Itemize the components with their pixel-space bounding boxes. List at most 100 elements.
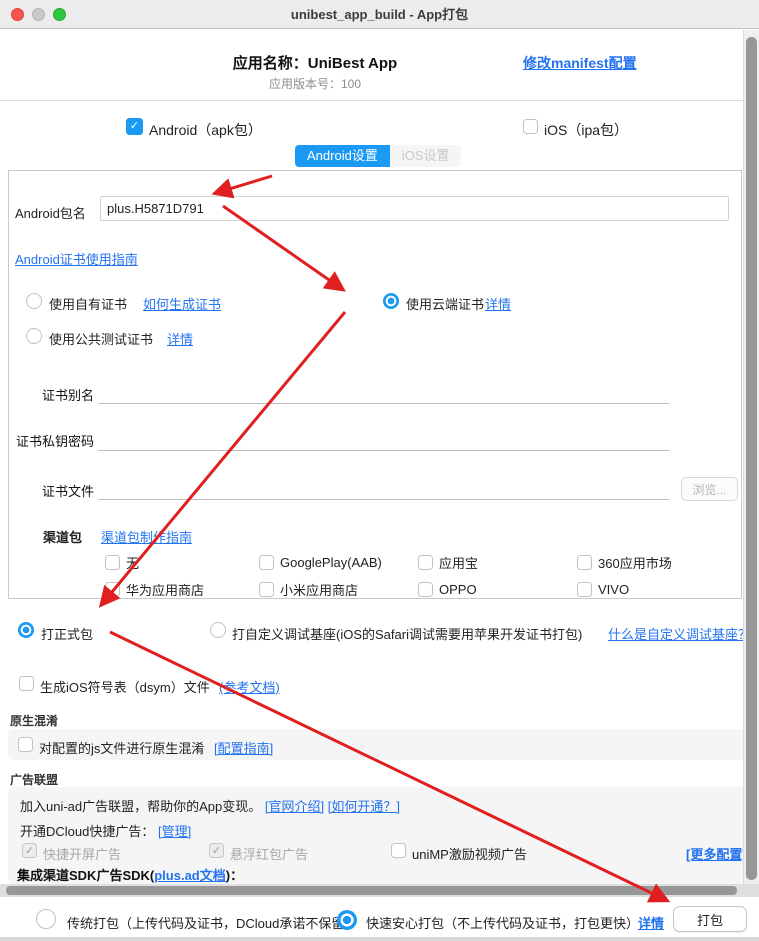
traditional-package-label: 传统打包（上传代码及证书，DCloud承诺不保留） [67,916,358,931]
public-test-cert-label: 使用公共测试证书 [49,332,154,347]
ad-intro-row: 加入uni-ad广告联盟，帮助你的App变现。 [官网介绍] [如何开通？] [20,796,400,815]
cert-password-input[interactable] [98,427,669,451]
more-config-link[interactable]: [更多配置] [686,844,747,863]
obfuscation-checkbox[interactable] [18,737,33,752]
channel-option-none[interactable]: 无 [105,554,259,571]
channel-checkbox[interactable] [259,581,274,597]
ios-platform-checkbox[interactable] [523,119,538,134]
channel-guide-link[interactable]: 渠道包制作指南 [101,527,192,546]
release-build-label: 打正式包 [41,627,94,642]
how-to-generate-cert-link[interactable]: 如何生成证书 [143,294,221,313]
unimp-ad-label: uniMP激励视频广告 [412,847,527,862]
app-version-label: 应用版本号：100 [268,77,362,91]
channel-option-googleplay[interactable]: GooglePlay(AAB) [259,554,418,570]
android-platform-checkbox[interactable]: ✓ [126,118,143,135]
sdk-prefix: 集成渠道SDK广告SDK( [17,868,155,883]
own-cert-label: 使用自有证书 [49,297,128,312]
splash-ad-checkbox[interactable]: ✓ [22,843,37,858]
window-title: unibest_app_build - App打包 [290,7,469,22]
android-platform-label: Android（apk包） [149,122,262,138]
public-test-cert-radio[interactable] [26,328,42,344]
ad-dcloud-row: 开通DCloud快捷广告： [管理] [20,821,191,840]
cert-password-label: 证书私钥密码 [15,434,94,449]
cloud-cert-detail-link[interactable]: 详情 [485,294,511,313]
package-button[interactable]: 打包 [673,906,747,932]
plus-ad-doc-link[interactable]: plus.ad文档 [154,868,226,883]
dsym-doc-link[interactable]: (参考文档) [219,677,280,696]
obfuscation-label: 对配置的js文件进行原生混淆 [39,741,205,756]
channel-label: VIVO [598,581,630,597]
traditional-package-radio[interactable] [36,909,56,929]
sdk-suffix: )： [225,868,244,883]
channel-label: GooglePlay(AAB) [280,554,382,570]
splash-ad-label: 快捷开屏广告 [43,847,122,862]
ad-section-title: 广告联盟 [10,773,59,787]
footer-detail-link[interactable]: 详情 [638,913,664,932]
channel-label: 小米应用商店 [280,582,359,598]
modify-manifest-link[interactable]: 修改manifest配置 [523,53,637,73]
cert-file-input[interactable] [98,476,669,500]
redpacket-ad-checkbox[interactable]: ✓ [209,843,224,858]
channel-checkbox[interactable] [418,581,433,597]
channel-label: 应用宝 [439,555,479,571]
obfuscation-guide-link[interactable]: [配置指南] [214,738,273,757]
custom-base-label: 打自定义调试基座(iOS的Safari调试需要用苹果开发证书打包) [232,627,583,642]
channel-option-xiaomi[interactable]: 小米应用商店 [259,581,418,598]
channel-option-oppo[interactable]: OPPO [418,581,577,597]
sdk-row: 集成渠道SDK广告SDK(plus.ad文档)： [17,865,243,884]
obfuscation-section-title: 原生混淆 [10,714,59,728]
fast-package-radio[interactable] [337,910,357,930]
public-cert-detail-link[interactable]: 详情 [167,329,193,348]
channel-checkbox[interactable] [418,554,433,570]
unimp-ad-checkbox[interactable] [391,843,406,858]
window-bottom-edge [0,937,759,941]
channel-checkbox[interactable] [259,554,274,570]
obfuscation-box: 对配置的js文件进行原生混淆 [配置指南] [8,729,753,760]
channel-checkbox[interactable] [577,554,592,570]
own-cert-radio[interactable] [26,293,42,309]
channel-label: OPPO [439,581,477,597]
channel-label: 华为应用商店 [126,582,205,598]
package-name-input[interactable] [100,196,729,221]
vertical-scrollbar[interactable] [743,30,759,884]
cert-guide-link[interactable]: Android证书使用指南 [15,249,138,268]
check-icon: ✓ [211,845,222,857]
vertical-scrollbar-thumb[interactable] [746,37,757,880]
ad-manage-link[interactable]: [管理] [158,824,191,839]
channel-option-huawei[interactable]: 华为应用商店 [105,581,259,598]
redpacket-ad-label: 悬浮红包广告 [230,847,309,862]
settings-tabs: Android设置 iOS设置 [295,145,462,167]
cloud-cert-label: 使用云端证书 [406,297,485,312]
tab-ios-settings[interactable]: iOS设置 [389,145,462,167]
channel-label: 360应用市场 [598,555,672,571]
cert-alias-input[interactable] [98,380,669,404]
channel-checkbox[interactable] [105,554,120,570]
release-build-radio[interactable] [18,622,34,638]
dsym-checkbox[interactable] [19,676,34,691]
check-icon: ✓ [24,845,35,857]
channel-option-vivo[interactable]: VIVO [577,581,737,597]
title-bar: unibest_app_build - App打包 [0,0,759,29]
footer-bar: 传统打包（上传代码及证书，DCloud承诺不保留） 快速安心打包（不上传代码及证… [0,897,759,937]
what-is-custom-base-link[interactable]: 什么是自定义调试基座？ [608,624,751,643]
custom-base-radio[interactable] [210,622,226,638]
dsym-label: 生成iOS符号表（dsym）文件 [40,680,210,695]
cloud-cert-radio[interactable] [383,293,399,309]
channel-option-360[interactable]: 360应用市场 [577,554,737,571]
channel-package-label: 渠道包 [43,530,83,545]
channel-checkbox[interactable] [577,581,592,597]
channel-option-yingyongbao[interactable]: 应用宝 [418,554,577,571]
tab-android-settings[interactable]: Android设置 [295,145,390,167]
ad-intro-text: 加入uni-ad广告联盟，帮助你的App变现。 [20,799,262,814]
horizontal-scrollbar[interactable] [0,884,759,897]
horizontal-scrollbar-thumb[interactable] [6,886,737,895]
ad-dcloud-text: 开通DCloud快捷广告： [20,824,155,839]
channel-checkbox[interactable] [105,581,120,597]
ad-howto-link[interactable]: [如何开通？] [328,799,400,814]
cert-alias-label: 证书别名 [41,388,94,403]
browse-button[interactable]: 浏览... [681,477,738,501]
check-icon: ✓ [129,120,140,132]
channel-options-grid: 无 GooglePlay(AAB) 应用宝 360应用市场 华为应用商店 小米应… [105,554,737,598]
ad-official-link[interactable]: [官网介绍] [265,799,324,814]
ad-box: 加入uni-ad广告联盟，帮助你的App变现。 [官网介绍] [如何开通？] 开… [8,787,753,884]
